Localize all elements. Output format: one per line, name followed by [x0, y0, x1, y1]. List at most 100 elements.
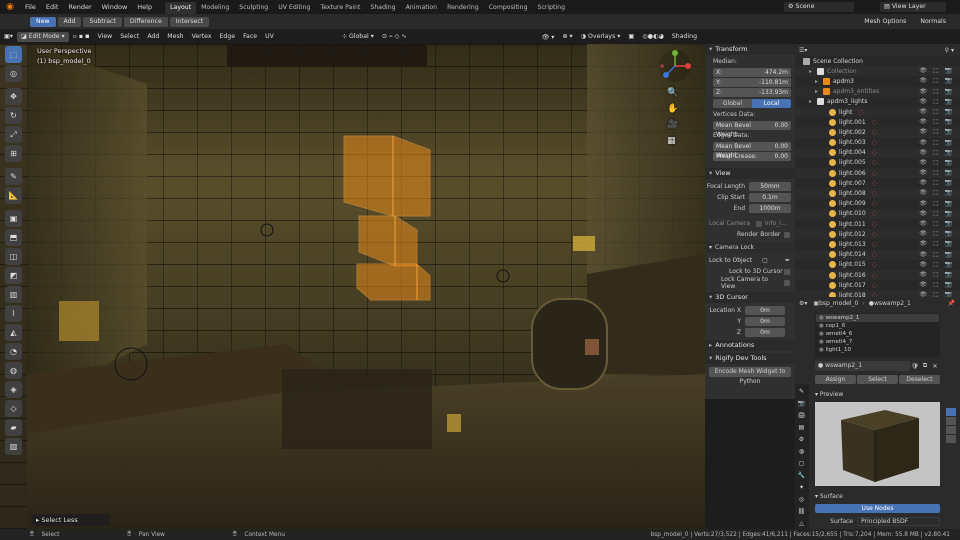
annotate-tool-icon[interactable]: ✎ [5, 168, 22, 185]
menu-window[interactable]: Window [97, 0, 133, 14]
selected-mesh-boxes[interactable] [343, 135, 431, 301]
rotate-tool-icon[interactable]: ↻ [5, 107, 22, 124]
pin-icon[interactable]: 📌 [948, 300, 955, 307]
median-z-field[interactable]: Z: -133.93m [713, 88, 791, 97]
outliner-row[interactable]: light.017 ◌ 👁 ⬚ 📷 [795, 280, 960, 290]
outliner-type-icon[interactable]: ☰▾ [799, 47, 807, 54]
data-tab-icon[interactable]: △ [797, 519, 806, 528]
tab-scripting[interactable]: Scripting [533, 2, 571, 14]
loop-cut-tool-icon[interactable]: ▥ [5, 286, 22, 303]
visibility-icons[interactable]: 👁 ▾ [537, 33, 558, 41]
menu-edit[interactable]: Edit [41, 0, 64, 14]
expand-arrow-icon[interactable]: ▸ [815, 78, 821, 85]
rigify-panel-header[interactable]: ▾ Rigify Dev Tools [705, 353, 795, 364]
cursor-z-field[interactable]: 0m [745, 328, 785, 337]
shrink-fatten-tool-icon[interactable]: ◇ [5, 400, 22, 417]
pivot-snap-icons[interactable]: ⊙ ⌁ ◇ ∿ [378, 33, 411, 40]
preview-subpanel-header[interactable]: ▾ Preview [815, 390, 960, 400]
render-tab-icon[interactable]: 📷 [797, 399, 806, 408]
visibility-toggle-icons[interactable]: 👁 ⬚ 📷 [919, 200, 954, 207]
menu-uv[interactable]: UV [261, 33, 278, 40]
overlays-menu[interactable]: ◑ Overlays ▾ [577, 33, 625, 40]
outliner-row[interactable]: light.004 ◌ 👁 ⬚ 📷 [795, 147, 960, 158]
material-slot-item[interactable]: ● light1_10 [816, 346, 939, 354]
mode-subtract-button[interactable]: Subtract [83, 16, 122, 27]
shading-modes-icons[interactable]: ◎●◐◕ [638, 33, 668, 40]
visibility-toggle-icons[interactable]: 👁 ⬚ 📷 [919, 261, 954, 268]
add-cube-tool-icon[interactable]: ▣ [5, 210, 22, 227]
outliner-row[interactable]: ▸ apdm3 👁 ⬚ 📷 [795, 76, 960, 86]
local-toggle[interactable]: Local [752, 99, 791, 108]
mode-new-button[interactable]: New [30, 16, 56, 27]
outliner-row[interactable]: ▸ apdm3_entities 👁 ⬚ 📷 [795, 86, 960, 97]
view-layer-selector[interactable]: ▤ View Layer [880, 2, 946, 12]
menu-edge[interactable]: Edge [215, 33, 239, 40]
tab-uv-editing[interactable]: UV Editing [273, 2, 315, 14]
outliner-row[interactable]: light.011 ◌ 👁 ⬚ 📷 [795, 219, 960, 229]
global-toggle[interactable]: Global [713, 99, 752, 108]
cursor-x-field[interactable]: 0m [745, 306, 785, 315]
visibility-toggle-icons[interactable]: 👁 ⬚ 📷 [919, 210, 954, 217]
menu-help[interactable]: Help [132, 0, 157, 14]
preview-cube-icon[interactable] [946, 417, 956, 425]
outliner-row[interactable]: light.016 ◌ 👁 ⬚ 📷 [795, 269, 960, 281]
outliner-row[interactable]: light.008 ◌ 👁 ⬚ 📷 [795, 188, 960, 199]
outliner-row[interactable]: light.012 ◌ 👁 ⬚ 📷 [795, 229, 960, 240]
visibility-toggle-icons[interactable]: 👁 ⬚ 📷 [919, 139, 954, 146]
material-name-field[interactable]: ● wswamp2_1 [815, 361, 910, 371]
material-slot-item[interactable]: ● wmetl4_6 [816, 330, 939, 338]
grid-ortho-icon[interactable]: ▦ [667, 136, 676, 146]
zoom-icon[interactable]: 🔍 [667, 88, 678, 98]
transform-panel-header[interactable]: ▾ Transform [705, 44, 795, 55]
tool-tab-icon[interactable]: ✎ [797, 387, 806, 396]
clip-start-field[interactable]: 0.1m [749, 193, 791, 202]
cursor-y-field[interactable]: 0m [745, 317, 785, 326]
visibility-toggle-icons[interactable]: 👁 ⬚ 📷 [919, 88, 954, 95]
outliner-row[interactable]: light.007 ◌ 👁 ⬚ 📷 [795, 178, 960, 188]
expand-arrow-icon[interactable]: ▸ [815, 88, 821, 95]
outliner-row[interactable]: light ◌ 👁 ⬚ 📷 [795, 106, 960, 118]
menu-add[interactable]: Add [143, 33, 163, 40]
xray-toggle-icon[interactable]: ▣ [624, 33, 638, 40]
fake-user-icon[interactable]: 🛡 [910, 363, 920, 370]
tab-shading[interactable]: Shading [365, 2, 400, 14]
unlink-material-icon[interactable]: ✕ [930, 363, 940, 370]
surface-shader-field[interactable]: Principled BSDF [857, 517, 940, 526]
mesh-options-menu[interactable]: Mesh Options [858, 17, 912, 27]
mean-crease-field[interactable]: Mean Crease: 0.00 [713, 152, 791, 161]
transform-tool-icon[interactable]: ⊞ [5, 145, 22, 162]
local-camera-checkbox[interactable] [756, 220, 763, 227]
camera-view-icon[interactable]: 🎥 [667, 120, 678, 130]
visibility-toggle-icons[interactable]: 👁 ⬚ 📷 [919, 108, 954, 115]
output-tab-icon[interactable]: 🖨 [797, 411, 806, 420]
menu-file[interactable]: File [20, 0, 41, 14]
filter-icon[interactable]: ⚲ ▾ [945, 47, 954, 54]
particles-tab-icon[interactable]: ✦ [797, 483, 806, 492]
bevel-tool-icon[interactable]: ◩ [5, 267, 22, 284]
tab-texture-paint[interactable]: Texture Paint [315, 2, 365, 14]
3d-cursor-panel-header[interactable]: ▾ 3D Cursor [705, 292, 795, 303]
eyedropper-icon[interactable]: ✒ [785, 257, 790, 264]
tab-modeling[interactable]: Modeling [196, 2, 234, 14]
expand-arrow-icon[interactable]: ▸ [809, 68, 815, 75]
render-border-checkbox[interactable] [784, 231, 790, 238]
outliner-row[interactable]: ▸ apdm3_lights 👁 ⬚ 📷 [795, 97, 960, 107]
visibility-toggle-icons[interactable]: 👁 ⬚ 📷 [919, 189, 954, 196]
visibility-toggle-icons[interactable]: 👁 ⬚ 📷 [919, 179, 954, 186]
menu-view[interactable]: View [94, 33, 117, 40]
modifier-tab-icon[interactable]: 🔧 [797, 471, 806, 480]
object-tab-icon[interactable]: ▢ [797, 459, 806, 468]
visibility-toggle-icons[interactable]: 👁 ⬚ 📷 [919, 159, 954, 166]
properties-type-icon[interactable]: ⚙▾ [799, 300, 807, 307]
scene-tab-icon[interactable]: ⚙ [797, 435, 806, 444]
visibility-toggle-icons[interactable]: 👁 ⬚ 📷 [919, 240, 954, 247]
menu-vertex[interactable]: Vertex [188, 33, 216, 40]
world-tab-icon[interactable]: ◍ [797, 447, 806, 456]
visibility-toggle-icons[interactable]: 👁 ⬚ 📷 [919, 251, 954, 258]
scale-tool-icon[interactable]: ⤢ [5, 126, 22, 143]
preview-world-icon[interactable] [946, 435, 956, 443]
deselect-button[interactable]: Deselect [899, 374, 940, 384]
visibility-toggle-icons[interactable]: 👁 ⬚ 📷 [919, 169, 954, 176]
spin-tool-icon[interactable]: ◔ [5, 343, 22, 360]
tab-sculpting[interactable]: Sculpting [234, 2, 273, 14]
